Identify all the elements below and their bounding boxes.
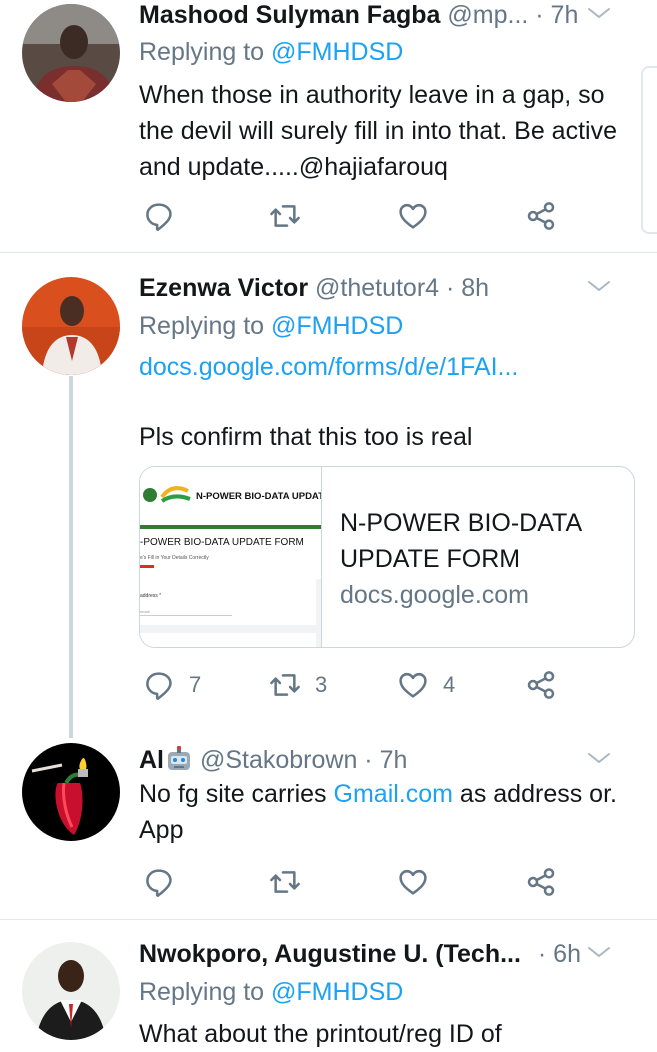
replying-to: Replying to @FMHDSD bbox=[139, 36, 403, 68]
like-button[interactable] bbox=[397, 866, 429, 898]
heart-icon bbox=[397, 200, 429, 232]
display-name[interactable]: Al bbox=[139, 746, 164, 774]
heart-icon bbox=[397, 669, 429, 701]
robot-emoji-icon bbox=[168, 745, 190, 770]
tweet-header: Nwokporo, Augustine U. (Tech... · 6h bbox=[139, 938, 635, 970]
chevron-down-icon[interactable] bbox=[587, 276, 611, 296]
reply-icon bbox=[143, 866, 175, 898]
replying-prefix: Replying to bbox=[139, 312, 272, 340]
preview-form-title: -POWER BIO-DATA UPDATE FORM bbox=[140, 537, 304, 548]
reply-icon bbox=[143, 200, 175, 232]
handle-time: · 6h bbox=[537, 940, 581, 968]
divider bbox=[0, 252, 657, 253]
tweet-text: When those in authority leave in a gap, … bbox=[139, 81, 617, 181]
tweet-text: What about the printout/reg ID of bbox=[139, 1020, 502, 1048]
tweet-text: No fg site carries Gmail.com as address … bbox=[139, 776, 639, 848]
display-name[interactable]: Mashood Sulyman Fagba bbox=[139, 1, 440, 29]
tweet-actions bbox=[139, 866, 579, 898]
preview-field-label: address * bbox=[140, 593, 161, 599]
preview-header-text: N-POWER BIO-DATA UPDATE FO bbox=[196, 491, 321, 502]
tweet-header: Al @Stakobrown · 7h bbox=[139, 744, 635, 776]
reply-button[interactable]: 7 bbox=[143, 669, 201, 701]
tweet-text: Pls confirm that this too is real bbox=[139, 423, 473, 451]
avatar[interactable] bbox=[22, 942, 120, 1040]
replying-to: Replying to @FMHDSD bbox=[139, 976, 403, 1008]
replying-prefix: Replying to bbox=[139, 38, 272, 66]
chevron-down-icon[interactable] bbox=[587, 942, 611, 962]
share-button[interactable] bbox=[525, 669, 557, 701]
share-button[interactable] bbox=[525, 200, 557, 232]
reply-icon bbox=[143, 669, 175, 701]
tweet-header: Ezenwa Victor @thetutor4 · 8h bbox=[139, 272, 635, 304]
text-part: No fg site carries bbox=[139, 780, 334, 808]
form-preview-image: N-POWER BIO-DATA UPDATE FO -POWER BIO-DA… bbox=[140, 467, 321, 647]
share-icon bbox=[525, 866, 557, 898]
chevron-down-icon[interactable] bbox=[587, 748, 611, 768]
divider bbox=[0, 919, 657, 920]
share-icon bbox=[525, 669, 557, 701]
link-card[interactable]: N-POWER BIO-DATA UPDATE FO -POWER BIO-DA… bbox=[139, 466, 635, 648]
display-name[interactable]: Ezenwa Victor bbox=[139, 274, 308, 302]
avatar[interactable] bbox=[22, 277, 120, 375]
card-domain: docs.google.com bbox=[340, 581, 530, 609]
like-count: 4 bbox=[443, 672, 456, 697]
handle-time: @Stakobrown · 7h bbox=[199, 746, 408, 774]
retweet-count: 3 bbox=[315, 672, 328, 697]
thread-line bbox=[69, 376, 73, 738]
tweet-link[interactable]: docs.google.com/forms/d/e/1FAI... bbox=[139, 349, 639, 385]
heart-icon bbox=[397, 866, 429, 898]
preview-field-placeholder: email bbox=[140, 609, 150, 614]
handle-time: @thetutor4 · 8h bbox=[315, 274, 490, 302]
mention-link[interactable]: @FMHDSD bbox=[271, 978, 403, 1006]
retweet-icon bbox=[269, 866, 301, 898]
tweet-actions: 7 3 4 bbox=[139, 669, 579, 701]
reply-button[interactable] bbox=[143, 866, 175, 898]
replying-to: Replying to @FMHDSD bbox=[139, 310, 403, 342]
text-link[interactable]: Gmail.com bbox=[334, 780, 453, 808]
retweet-icon bbox=[269, 200, 301, 232]
display-name[interactable]: Nwokporo, Augustine U. (Tech... bbox=[139, 940, 521, 968]
reply-button[interactable] bbox=[143, 200, 175, 232]
card-thumbnail: N-POWER BIO-DATA UPDATE FO -POWER BIO-DA… bbox=[140, 467, 322, 647]
tweet-actions bbox=[139, 200, 579, 232]
avatar[interactable] bbox=[22, 743, 120, 841]
handle-time: @mp... · 7h bbox=[447, 1, 579, 29]
like-button[interactable] bbox=[397, 200, 429, 232]
retweet-button[interactable]: 3 bbox=[269, 669, 327, 701]
chevron-down-icon[interactable] bbox=[587, 3, 611, 23]
retweet-button[interactable] bbox=[269, 866, 301, 898]
retweet-button[interactable] bbox=[269, 200, 301, 232]
like-button[interactable]: 4 bbox=[397, 669, 455, 701]
card-title: N-POWER BIO-DATA UPDATE FORM bbox=[340, 509, 581, 573]
mention-link[interactable]: @FMHDSD bbox=[271, 38, 403, 66]
replying-prefix: Replying to bbox=[139, 978, 272, 1006]
retweet-icon bbox=[269, 669, 301, 701]
tweet-header: Mashood Sulyman Fagba @mp... · 7h bbox=[139, 0, 635, 31]
preview-small-text: e's Fill in Your Details Correctly bbox=[140, 555, 209, 561]
scroll-indicator bbox=[641, 66, 657, 234]
share-icon bbox=[525, 200, 557, 232]
share-button[interactable] bbox=[525, 866, 557, 898]
avatar[interactable] bbox=[22, 4, 120, 102]
mention-link[interactable]: @FMHDSD bbox=[271, 312, 403, 340]
reply-count: 7 bbox=[189, 672, 202, 697]
